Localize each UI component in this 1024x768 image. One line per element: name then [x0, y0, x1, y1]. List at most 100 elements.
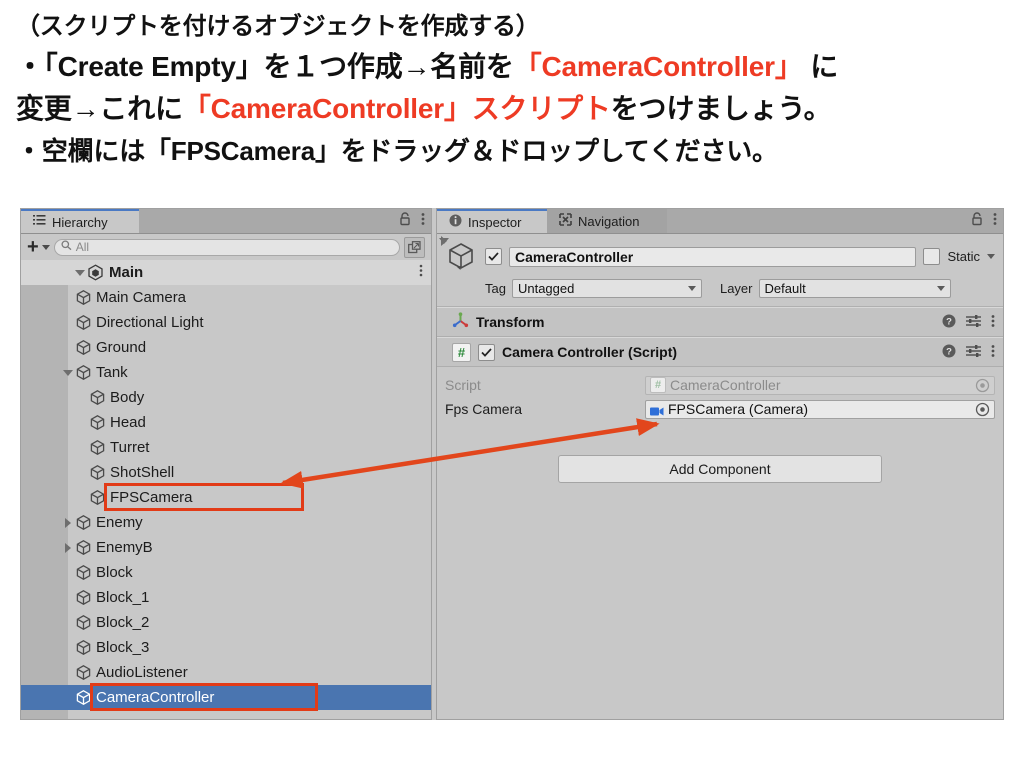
static-chevron-down-icon[interactable]: [987, 254, 995, 259]
hierarchy-item-block-2[interactable]: Block_2: [21, 610, 431, 635]
tab-inspector[interactable]: Inspector: [437, 209, 547, 233]
property-field-script: # CameraController: [645, 375, 995, 395]
hierarchy-item-label: Block_2: [96, 614, 150, 631]
add-component-wrapper: Add Component: [437, 455, 1003, 483]
help-icon[interactable]: ?: [942, 344, 956, 361]
add-component-button[interactable]: Add Component: [558, 455, 882, 483]
hierarchy-item-enemyb[interactable]: EnemyB: [21, 535, 431, 560]
hierarchy-scene-label: Main: [109, 264, 144, 281]
tab-navigation-label: Navigation: [578, 213, 640, 229]
inspector-panel: Inspector Navigation CameraController St…: [436, 208, 1004, 720]
gameobject-name-input[interactable]: CameraController: [509, 246, 917, 267]
gameobject-cube-icon: [75, 539, 92, 556]
instruction-line-3: 変更→これに「CameraController」スクリプトをつけましょう。: [16, 88, 1008, 130]
hierarchy-item-audiolistener[interactable]: AudioListener: [21, 660, 431, 685]
gameobject-cube-icon: [89, 414, 106, 431]
object-picker-icon[interactable]: [975, 378, 990, 393]
preset-settings-icon[interactable]: [966, 314, 981, 331]
kebab-menu-icon[interactable]: [991, 344, 995, 361]
component-properties: Script # CameraController Fps Camera FPS…: [437, 367, 1003, 431]
chevron-down-icon: [687, 286, 696, 291]
unity-scene-icon: [87, 264, 104, 281]
gameobject-cube-icon: [75, 589, 92, 606]
hierarchy-item-label: Main Camera: [96, 289, 187, 306]
inspector-tab-icons: [971, 209, 997, 233]
chevron-right-icon[interactable]: [61, 541, 75, 555]
component-actions-transform: ?: [942, 314, 995, 331]
open-in-window-icon[interactable]: [404, 236, 425, 258]
hierarchy-item-block-1[interactable]: Block_1: [21, 585, 431, 610]
tab-navigation[interactable]: Navigation: [547, 209, 667, 233]
script-hash-icon: #: [650, 377, 666, 393]
svg-text:?: ?: [946, 346, 952, 357]
hierarchy-search-placeholder: All: [75, 240, 90, 254]
hierarchy-item-block-3[interactable]: Block_3: [21, 635, 431, 660]
component-title-transform: Transform: [476, 314, 545, 330]
hierarchy-search-field[interactable]: All: [53, 238, 400, 256]
camera-icon: [650, 404, 664, 415]
preset-settings-icon[interactable]: [966, 344, 981, 361]
hierarchy-tabbar: Hierarchy: [21, 209, 431, 234]
search-icon: [61, 238, 72, 256]
property-field-fps-camera[interactable]: FPSCamera (Camera): [645, 399, 995, 419]
layer-dropdown[interactable]: Default: [758, 279, 951, 298]
hierarchy-item-directional-light[interactable]: Directional Light: [21, 310, 431, 335]
hierarchy-scene-root[interactable]: Main: [21, 260, 431, 285]
static-checkbox[interactable]: [923, 248, 941, 265]
annotation-box-fpscamera: [104, 483, 304, 511]
hierarchy-item-enemy[interactable]: Enemy: [21, 510, 431, 535]
gameobject-name-row: CameraController Static: [445, 240, 995, 273]
hierarchy-item-turret[interactable]: Turret: [21, 435, 431, 460]
hierarchy-item-head[interactable]: Head: [21, 410, 431, 435]
tag-layer-row: Tag Untagged Layer Default: [445, 279, 995, 298]
script-hash-icon: #: [452, 342, 471, 362]
gameobject-enabled-checkbox[interactable]: [485, 248, 502, 265]
hierarchy-item-block[interactable]: Block: [21, 560, 431, 585]
tag-dropdown[interactable]: Untagged: [511, 279, 702, 298]
component-enabled-checkbox[interactable]: [478, 343, 495, 361]
hierarchy-item-label: Body: [110, 389, 145, 406]
component-header-transform[interactable]: Transform ?: [437, 307, 1003, 337]
chevron-down-icon[interactable]: [73, 266, 87, 280]
object-picker-icon[interactable]: [975, 402, 990, 417]
kebab-menu-icon[interactable]: [421, 212, 425, 231]
gameobject-cube-icon: [75, 564, 92, 581]
hierarchy-item-shotshell[interactable]: ShotShell: [21, 460, 431, 485]
tag-label: Tag: [485, 281, 506, 296]
instruction-line-3-part-a: 変更→これに: [16, 93, 183, 124]
lock-icon[interactable]: [399, 211, 411, 231]
hierarchy-item-main-camera[interactable]: Main Camera: [21, 285, 431, 310]
hierarchy-item-label: Ground: [96, 339, 147, 356]
instruction-line-3-part-b: をつけましょう。: [610, 93, 832, 124]
help-icon[interactable]: ?: [942, 314, 956, 331]
create-object-button[interactable]: +: [27, 237, 50, 257]
tab-hierarchy[interactable]: Hierarchy: [21, 209, 139, 233]
kebab-menu-icon[interactable]: [993, 212, 997, 231]
kebab-menu-icon[interactable]: [991, 314, 995, 331]
navigation-icon: [559, 213, 572, 229]
lock-icon[interactable]: [971, 211, 983, 231]
gameobject-cube-icon: [75, 289, 92, 306]
chevron-down-icon[interactable]: [61, 366, 75, 380]
scene-kebab-menu-icon[interactable]: [419, 264, 423, 282]
hierarchy-item-tank[interactable]: Tank: [21, 360, 431, 385]
hierarchy-list-icon: [33, 214, 46, 230]
gameobject-cube-icon: [89, 439, 106, 456]
chevron-right-icon[interactable]: [61, 516, 75, 530]
hierarchy-item-label: Head: [110, 414, 146, 431]
hierarchy-item-body[interactable]: Body: [21, 385, 431, 410]
instruction-line-4: ・空欄には「FPSCamera」をドラッグ＆ドロップしてください。: [16, 136, 778, 166]
instruction-line-2-part-b: に: [802, 51, 839, 82]
gameobject-cube-icon: [445, 240, 478, 273]
hierarchy-item-ground[interactable]: Ground: [21, 335, 431, 360]
component-header-camera-controller[interactable]: # Camera Controller (Script) ?: [437, 337, 1003, 367]
property-value-script: CameraController: [670, 377, 781, 393]
